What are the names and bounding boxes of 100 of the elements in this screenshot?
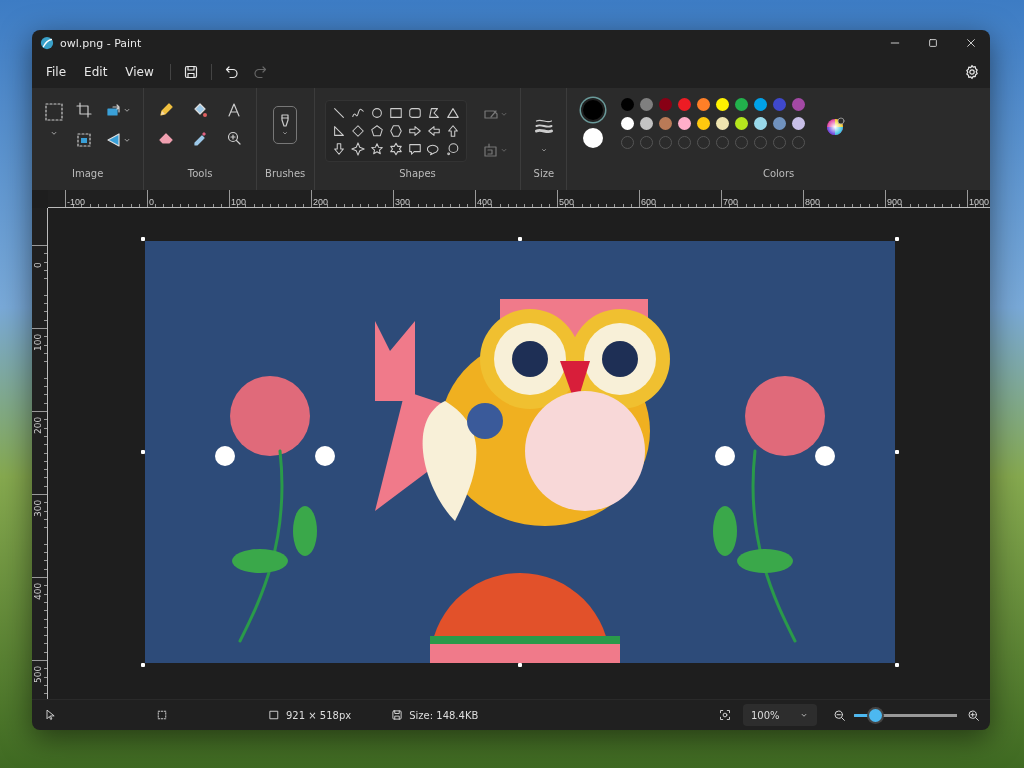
up-arrow-icon <box>445 124 460 138</box>
palette-color-swatch[interactable] <box>773 117 787 130</box>
crop-icon <box>75 102 92 118</box>
color-wheel-icon <box>825 116 846 136</box>
ruler-label: 0 <box>149 196 154 207</box>
palette-color-swatch[interactable] <box>792 117 806 130</box>
magnifier-icon <box>226 130 243 146</box>
ruler-label: 700 <box>723 196 739 207</box>
resize-handle[interactable] <box>895 450 899 454</box>
resize-handle[interactable] <box>518 237 522 241</box>
flip-icon <box>105 132 122 148</box>
menu-item[interactable]: Edit <box>76 60 116 84</box>
palette-color-swatch[interactable] <box>697 98 711 111</box>
left-arrow-icon <box>426 124 441 138</box>
ruler-label: -100 <box>67 196 85 207</box>
pointer-icon <box>44 709 56 721</box>
pentagon-icon <box>369 124 384 138</box>
cloud-callout-icon <box>445 142 460 156</box>
fit-to-window-icon[interactable] <box>719 709 731 721</box>
ribbon-group-label: Image <box>72 167 104 181</box>
resize-handle[interactable] <box>895 237 899 241</box>
fill-bucket-icon <box>192 102 209 118</box>
file-size: Size: 148.4KB <box>409 709 479 721</box>
ruler-label: 400 <box>33 582 43 600</box>
palette-color-swatch[interactable] <box>640 98 654 111</box>
image-select-icon <box>75 132 92 148</box>
rounded-rectangle-icon <box>407 106 422 120</box>
ruler-label: 400 <box>477 196 493 207</box>
ribbon-group-label: Colors <box>762 167 795 181</box>
ruler-label: 800 <box>805 196 821 207</box>
oval-icon <box>369 106 384 120</box>
palette-color-swatch[interactable] <box>678 98 692 111</box>
palette-color-swatch[interactable] <box>659 98 673 111</box>
window-title: owl.png - Paint <box>60 36 142 50</box>
pencil-icon <box>158 102 175 118</box>
palette-color-swatch[interactable] <box>659 117 673 130</box>
six-point-star-icon <box>388 142 403 156</box>
ruler-label: 100 <box>231 196 247 207</box>
right-arrow-icon <box>407 124 422 138</box>
palette-color-swatch[interactable] <box>792 98 806 111</box>
resize-handle[interactable] <box>141 450 145 454</box>
resize-handle[interactable] <box>518 663 522 667</box>
palette-color-swatch[interactable] <box>640 117 654 130</box>
save-icon <box>391 709 404 721</box>
ribbon-group-label: Size <box>533 167 555 181</box>
chevron-icon <box>539 146 548 154</box>
down-arrow-icon <box>331 142 346 156</box>
ruler-label: 500 <box>33 665 43 683</box>
palette-color-swatch[interactable] <box>754 98 768 111</box>
palette-color-swatch[interactable] <box>773 98 787 111</box>
primary-color-swatch[interactable] <box>583 100 604 120</box>
rectangle-icon <box>388 106 403 120</box>
ruler-label: 1000 <box>969 196 990 207</box>
shape-fill-icon <box>482 142 499 158</box>
palette-color-swatch[interactable] <box>678 117 692 130</box>
selection-icon <box>156 709 168 721</box>
menu-item[interactable]: File <box>38 60 75 84</box>
undo-icon <box>223 64 240 80</box>
palette-color-swatch[interactable] <box>621 98 635 111</box>
palette-color-swatch[interactable] <box>735 98 749 111</box>
four-point-star-icon <box>350 142 365 156</box>
right-triangle-icon <box>331 124 346 138</box>
ruler-label: 300 <box>33 499 43 517</box>
resize-icon <box>105 102 122 118</box>
ruler-label: 200 <box>33 416 43 434</box>
secondary-color-swatch[interactable] <box>583 128 604 148</box>
hexagon-icon <box>388 124 403 138</box>
paint-app-icon <box>40 36 54 50</box>
triangle-icon <box>445 106 460 120</box>
four-point-star-shape-button[interactable] <box>348 141 367 157</box>
zoom-in-icon[interactable] <box>967 708 980 722</box>
canvas-size-icon <box>268 709 280 721</box>
image-dimensions: 921 × 518px <box>286 709 352 721</box>
settings-icon <box>964 64 980 80</box>
resize-handle[interactable] <box>895 663 899 667</box>
color-picker-icon <box>192 130 209 146</box>
save-icon <box>182 64 199 80</box>
curve-icon <box>350 106 365 120</box>
ruler-label: 0 <box>33 262 43 268</box>
close-icon <box>965 37 977 49</box>
palette-color-swatch[interactable] <box>697 117 711 130</box>
zoom-dropdown[interactable]: 100% <box>743 704 817 726</box>
palette-color-swatch[interactable] <box>754 117 768 130</box>
ruler-label: 900 <box>887 196 903 207</box>
five-point-star-icon <box>369 142 384 156</box>
palette-color-swatch[interactable] <box>621 117 635 130</box>
menu-item[interactable]: View <box>117 60 162 84</box>
ribbon-group-label: Shapes <box>399 167 436 181</box>
selection-icon <box>43 102 64 122</box>
ruler-label: 300 <box>395 196 411 207</box>
palette-color-swatch[interactable] <box>735 117 749 130</box>
oval-callout-icon <box>426 142 441 156</box>
line-icon <box>331 106 346 120</box>
palette-color-swatch[interactable] <box>716 117 730 130</box>
resize-handle[interactable] <box>141 663 145 667</box>
palette-color-swatch[interactable] <box>716 98 730 111</box>
slider-thumb[interactable] <box>869 708 883 722</box>
brushes-button[interactable] <box>273 106 298 144</box>
resize-handle[interactable] <box>141 237 145 241</box>
zoom-out-icon[interactable] <box>833 708 846 722</box>
